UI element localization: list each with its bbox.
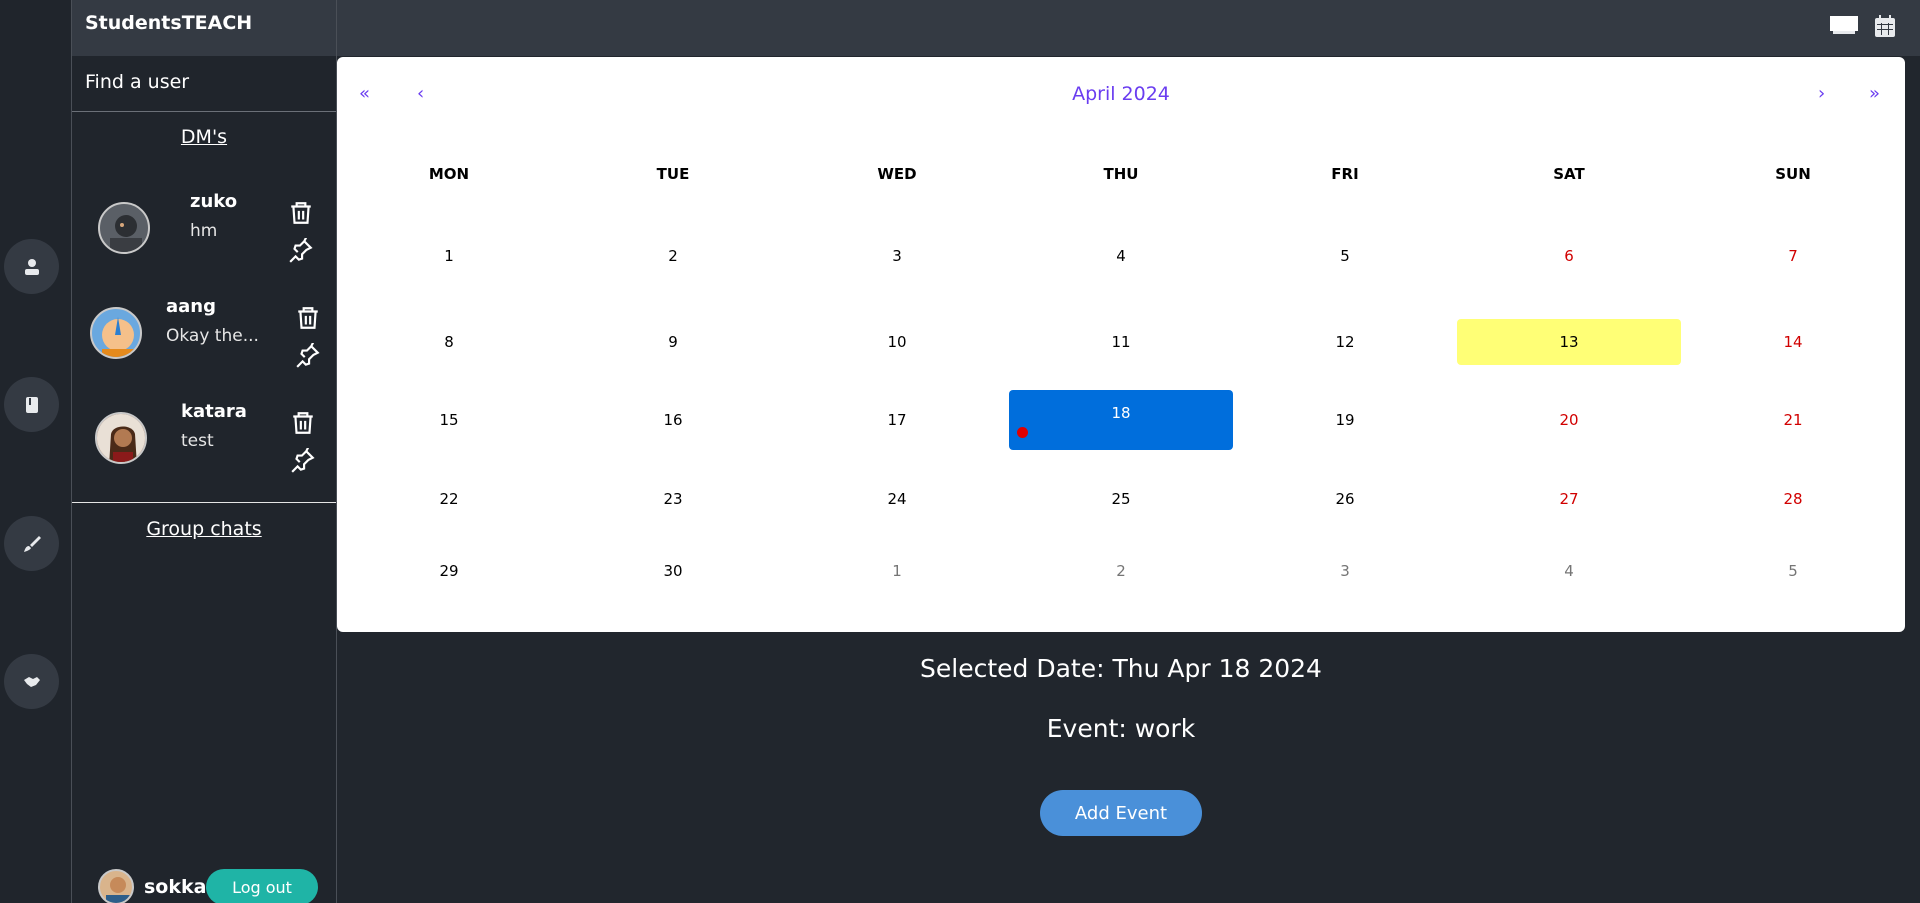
day-cell[interactable]: 1: [337, 233, 561, 279]
dm-item-katara[interactable]: katara test: [72, 390, 336, 480]
trash-icon[interactable]: [295, 305, 321, 331]
day-cell[interactable]: 3: [785, 233, 1009, 279]
calendar: « ‹ April 2024 › » MON TUE WED THU FRI S…: [337, 57, 1905, 632]
day-cell[interactable]: 11: [1009, 319, 1233, 365]
helpers-button[interactable]: [4, 654, 59, 709]
day-cell[interactable]: 28: [1681, 476, 1905, 522]
weekday-label: SUN: [1775, 165, 1811, 183]
user-icon: [24, 258, 39, 275]
weekday-label: MON: [428, 165, 470, 183]
dm-preview: Okay the...: [166, 326, 259, 346]
day-cell[interactable]: 25: [1009, 476, 1233, 522]
dm-name: katara: [181, 401, 247, 422]
art-button[interactable]: [4, 516, 59, 571]
day-cell[interactable]: 10: [785, 319, 1009, 365]
day-cell[interactable]: 29: [337, 548, 561, 594]
calendar-icon[interactable]: [1874, 14, 1896, 42]
app-title: StudentsTEACH: [72, 0, 336, 56]
avatar: [90, 307, 142, 359]
logout-button[interactable]: Log out: [206, 869, 318, 903]
day-cell[interactable]: 14: [1681, 319, 1905, 365]
avatar: [98, 869, 134, 903]
event-dot: [1017, 427, 1028, 438]
dm-preview: test: [181, 431, 214, 451]
book-icon: [25, 396, 38, 413]
weekday-label: FRI: [1331, 165, 1359, 183]
selected-date-text: Selected Date: Thu Apr 18 2024: [920, 654, 1322, 683]
avatar: [98, 202, 150, 254]
day-cell[interactable]: 9: [561, 319, 785, 365]
month-label[interactable]: April 2024: [337, 83, 1905, 105]
day-cell[interactable]: 22: [337, 476, 561, 522]
dm-name: aang: [166, 296, 216, 317]
day-cell[interactable]: 8: [337, 319, 561, 365]
dm-item-zuko[interactable]: zuko hm: [72, 180, 336, 270]
day-cell-next-month[interactable]: 2: [1009, 548, 1233, 594]
day-cell[interactable]: 30: [561, 548, 785, 594]
next-month-button[interactable]: ›: [1818, 83, 1825, 104]
handshake-icon: [23, 676, 40, 687]
avatar: [95, 412, 147, 464]
day-cell[interactable]: 6: [1457, 233, 1681, 279]
day-cell[interactable]: 4: [1009, 233, 1233, 279]
day-cell-selected[interactable]: 18: [1009, 390, 1233, 450]
day-cell[interactable]: 15: [337, 397, 561, 443]
weekday-label: SAT: [1553, 165, 1585, 183]
dm-name: zuko: [190, 191, 238, 212]
day-cell[interactable]: 5: [1233, 233, 1457, 279]
day-cell[interactable]: 17: [785, 397, 1009, 443]
top-bar: [337, 0, 1920, 56]
pin-icon[interactable]: [288, 236, 314, 264]
day-cell[interactable]: 26: [1233, 476, 1457, 522]
current-user-name: sokka: [144, 876, 207, 898]
profile-button[interactable]: [4, 239, 59, 294]
dms-title[interactable]: DM's: [72, 112, 336, 148]
icon-rail: [0, 0, 71, 903]
day-cell[interactable]: 24: [785, 476, 1009, 522]
day-cell[interactable]: 21: [1681, 397, 1905, 443]
day-cell-next-month[interactable]: 4: [1457, 548, 1681, 594]
day-cell[interactable]: 2: [561, 233, 785, 279]
trash-icon[interactable]: [288, 200, 314, 226]
event-text: Event: work: [1046, 714, 1196, 743]
day-cell[interactable]: 16: [561, 397, 785, 443]
day-cell[interactable]: 12: [1233, 319, 1457, 365]
pin-icon[interactable]: [290, 446, 316, 474]
next-year-button[interactable]: »: [1869, 83, 1880, 104]
day-cell[interactable]: 20: [1457, 397, 1681, 443]
day-cell-next-month[interactable]: 3: [1233, 548, 1457, 594]
dm-preview: hm: [190, 221, 218, 241]
day-cell-next-month[interactable]: 5: [1681, 548, 1905, 594]
whiteboard-icon[interactable]: [1829, 14, 1859, 40]
courses-button[interactable]: [4, 377, 59, 432]
day-cell[interactable]: 19: [1233, 397, 1457, 443]
add-event-button[interactable]: Add Event: [1040, 790, 1202, 836]
pin-icon[interactable]: [295, 341, 321, 369]
sidebar: StudentsTEACH Find a user DM's zuko hm a…: [71, 0, 337, 903]
find-user-link[interactable]: Find a user: [72, 56, 336, 112]
trash-icon[interactable]: [290, 410, 316, 436]
weekday-label: TUE: [656, 165, 690, 183]
divider: [72, 502, 336, 503]
day-cell-today[interactable]: 13: [1457, 319, 1681, 365]
brush-icon: [23, 535, 41, 552]
day-number: 18: [1111, 404, 1131, 422]
day-cell-next-month[interactable]: 1: [785, 548, 1009, 594]
day-cell[interactable]: 7: [1681, 233, 1905, 279]
weekday-label: THU: [1103, 165, 1139, 183]
dm-item-aang[interactable]: aang Okay the...: [72, 285, 336, 375]
day-cell[interactable]: 23: [561, 476, 785, 522]
day-cell[interactable]: 27: [1457, 476, 1681, 522]
weekday-label: WED: [877, 165, 917, 183]
group-chats-title[interactable]: Group chats: [72, 518, 336, 540]
